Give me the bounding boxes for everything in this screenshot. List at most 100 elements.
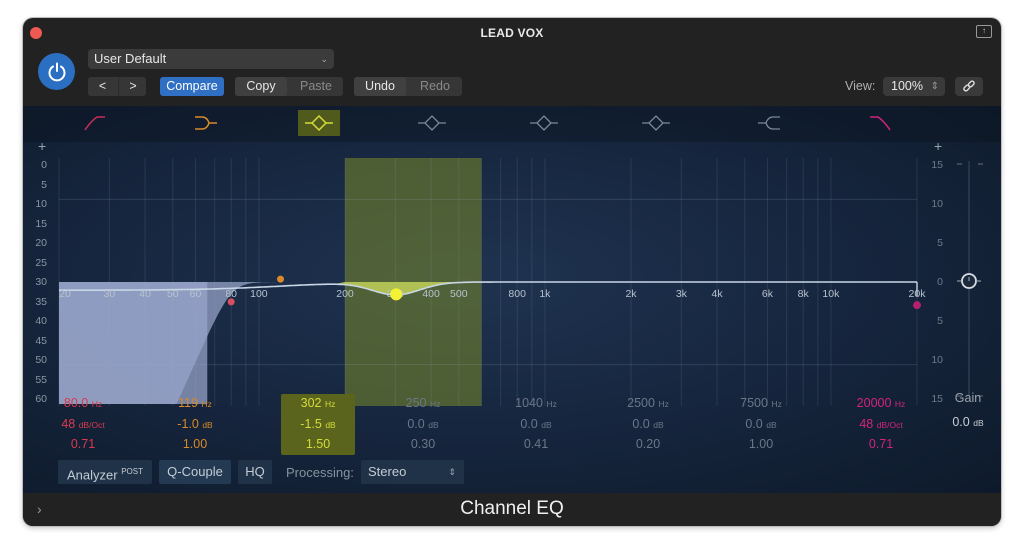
view-zoom-select[interactable]: 100% ⇕	[883, 77, 945, 96]
power-button[interactable]	[38, 53, 75, 90]
expand-icon[interactable]: ↑	[976, 25, 992, 38]
band-gain-value: 48	[859, 416, 874, 431]
band-q-field[interactable]: 0.30	[378, 435, 468, 455]
band-gain-field[interactable]: -1.0 dB	[150, 415, 240, 436]
band-q-field[interactable]: 0.41	[491, 435, 581, 455]
frequency-label: 800	[508, 288, 526, 300]
gain-scale-tick: 5	[937, 237, 943, 249]
link-icon	[963, 80, 975, 92]
analyzer-scale-tick: 25	[35, 256, 47, 269]
band-frequency-unit: Hz	[894, 399, 906, 409]
stepper-icon: ⇕	[930, 81, 939, 92]
band-2-handle[interactable]	[277, 275, 285, 283]
frequency-label: 400	[422, 288, 440, 300]
gain-scale-tick: 5	[937, 315, 943, 327]
preset-menu[interactable]: User Default ⌄	[88, 49, 334, 69]
frequency-label: 6k	[762, 288, 774, 300]
analyzer-scale-tick: 35	[35, 295, 47, 308]
band-params-2: 119 Hz -1.0 dB 1.00	[150, 394, 240, 455]
band-1-handle[interactable]	[227, 298, 235, 306]
band-gain-field[interactable]: -1.5 dB	[281, 415, 355, 436]
analyzer-scale-tick: 30	[35, 276, 47, 288]
band-frequency-field[interactable]: 20000 Hz	[836, 394, 926, 415]
band-gain-value: 0.0	[632, 416, 650, 431]
band-gain-field[interactable]: 0.0 dB	[378, 415, 468, 436]
band-q-field[interactable]: 0.71	[836, 435, 926, 455]
band-frequency-value: 20000	[856, 396, 892, 410]
frequency-label: 30	[104, 288, 116, 300]
band-gain-value: 0.0	[520, 416, 538, 431]
band-q-value: 1.00	[182, 437, 208, 451]
eq-panel: + + 2030405060801002003004005008001k2k3k…	[23, 106, 1001, 493]
compare-button[interactable]: Compare	[160, 77, 224, 96]
band-frequency-value: 7500	[740, 396, 768, 410]
link-button[interactable]	[955, 77, 983, 96]
frequency-label: 80	[225, 288, 237, 300]
band-params-4: 250 Hz 0.0 dB 0.30	[378, 394, 468, 455]
title-bar: LEAD VOX ↑	[23, 18, 1001, 46]
processing-label: Processing:	[286, 465, 354, 480]
band-q-field[interactable]: 1.00	[150, 435, 240, 455]
band-q-field[interactable]: 1.00	[716, 435, 806, 455]
band-gain-unit: dB	[541, 419, 552, 430]
paste-button[interactable]: Paste	[289, 77, 343, 96]
band-gain-value: -1.0	[177, 416, 199, 431]
plugin-window: LEAD VOX ↑ User Default ⌄ < > Compare Co…	[23, 18, 1001, 526]
frequency-label: 4k	[712, 288, 724, 300]
band-gain-field[interactable]: 0.0 dB	[716, 415, 806, 436]
band-frequency-field[interactable]: 302 Hz	[281, 394, 355, 415]
eq-graph[interactable]: 2030405060801002003004005008001k2k3k4k6k…	[23, 106, 1001, 416]
plugin-footer: › Channel EQ	[23, 493, 1001, 526]
band-frequency-field[interactable]: 119 Hz	[150, 394, 240, 415]
undo-button[interactable]: Undo	[354, 77, 406, 96]
band-gain-field[interactable]: 48 dB/Oct	[836, 415, 926, 436]
band-frequency-field[interactable]: 250 Hz	[378, 394, 468, 415]
band-q-field[interactable]: 0.20	[603, 435, 693, 455]
frequency-label: 1k	[539, 288, 551, 300]
redo-button[interactable]: Redo	[408, 77, 462, 96]
band-3-handle[interactable]	[390, 288, 403, 301]
analyzer-scale-tick: 40	[35, 315, 47, 327]
analyzer-scale-tick: 10	[35, 198, 47, 210]
band-frequency-unit: Hz	[658, 399, 669, 409]
band-gain-value: 0.0	[407, 416, 425, 431]
band-8-handle[interactable]	[913, 301, 921, 310]
band-gain-value: -1.5	[300, 416, 322, 431]
prev-preset-button[interactable]: <	[88, 77, 117, 96]
band-gain-field[interactable]: 48 dB/Oct	[38, 415, 128, 436]
band-gain-value: 0.0	[745, 416, 763, 431]
processing-select[interactable]: Stereo ⇕	[361, 460, 464, 484]
window-title: LEAD VOX	[480, 26, 544, 40]
band-frequency-field[interactable]: 2500 Hz	[603, 394, 693, 415]
band-params-1: 80.0 Hz 48 dB/Oct 0.71	[38, 394, 128, 455]
frequency-label: 3k	[676, 288, 688, 300]
gain-slider-knob[interactable]	[957, 273, 981, 289]
frequency-label: 200	[336, 288, 354, 300]
band-frequency-value: 119	[178, 396, 199, 410]
band-q-field[interactable]: 1.50	[281, 435, 355, 455]
band-gain-unit: dB/Oct	[876, 419, 903, 430]
band-gain-field[interactable]: 0.0 dB	[491, 415, 581, 436]
hq-button[interactable]: HQ	[238, 460, 272, 484]
band-frequency-field[interactable]: 7500 Hz	[716, 394, 806, 415]
gain-scale-tick: 10	[931, 198, 943, 210]
band-gain-field[interactable]: 0.0 dB	[603, 415, 693, 436]
master-gain-value[interactable]: 0.0 dB	[943, 415, 993, 429]
view-label: View:	[845, 79, 876, 93]
analyzer-scale-tick: 45	[35, 334, 47, 347]
q-couple-button[interactable]: Q-Couple	[159, 460, 231, 484]
next-preset-button[interactable]: >	[118, 77, 147, 96]
band-frequency-field[interactable]: 1040 Hz	[491, 394, 581, 415]
frequency-label: 2k	[625, 288, 637, 300]
band-q-field[interactable]: 0.71	[38, 435, 128, 455]
band-frequency-unit: Hz	[324, 399, 336, 409]
frequency-label: 8k	[798, 288, 810, 300]
analyzer-scale-tick: 50	[35, 354, 47, 366]
band-frequency-field[interactable]: 80.0 Hz	[38, 394, 128, 415]
frequency-label: 20k	[909, 288, 927, 300]
master-gain-slider[interactable]	[945, 156, 995, 406]
copy-button[interactable]: Copy	[235, 77, 287, 96]
frequency-label: 100	[250, 288, 268, 300]
analyzer-button[interactable]: Analyzer POST	[58, 460, 152, 484]
band-params-7: 7500 Hz 0.0 dB 1.00	[716, 394, 806, 455]
